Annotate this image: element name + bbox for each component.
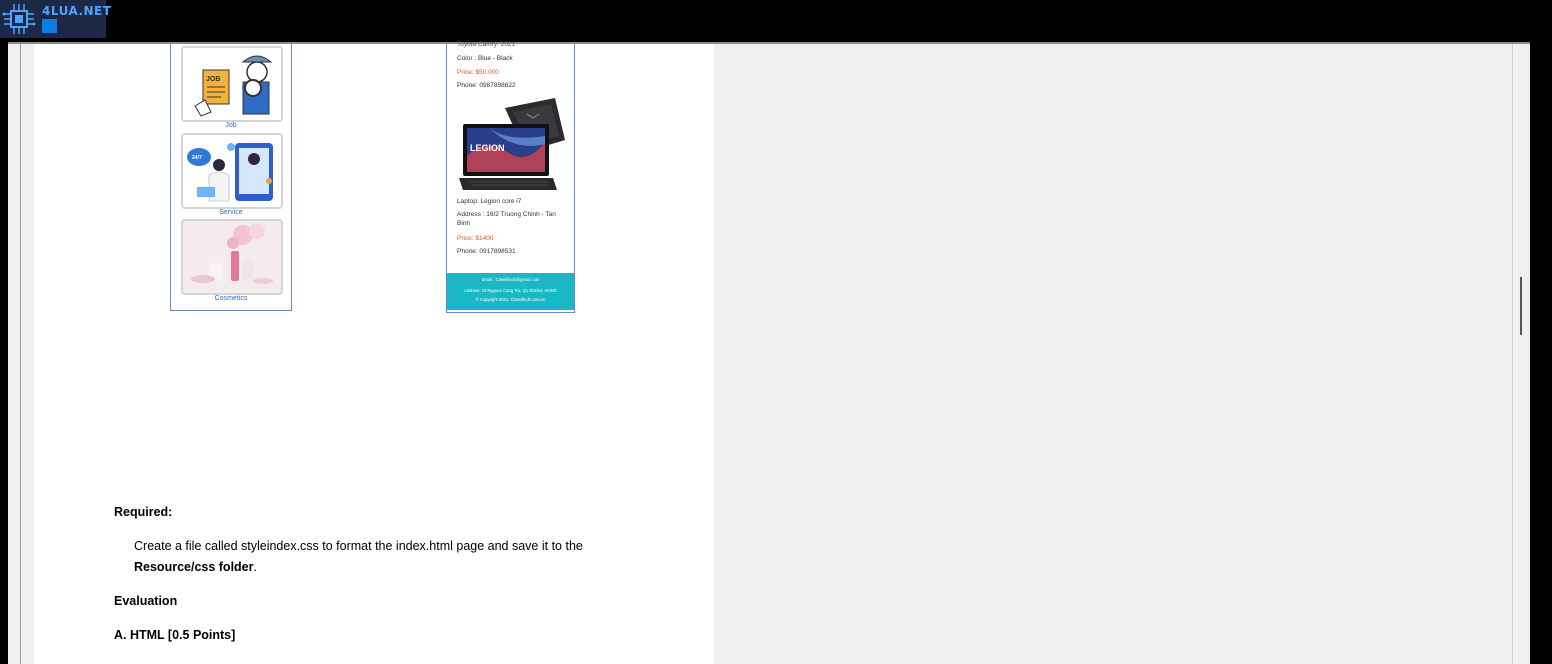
- job-illustration-icon: JOB: [183, 48, 281, 120]
- svg-text:JOB: JOB: [206, 76, 220, 83]
- viewer-left-border: [20, 44, 21, 664]
- required-instruction-line2: Resource/css folder.: [134, 560, 257, 574]
- category-card-job[interactable]: JOB: [181, 46, 283, 122]
- required-period: .: [253, 560, 257, 574]
- listing-laptop-price: Price: $1400: [457, 235, 494, 242]
- required-folder-path: Resource/css folder: [134, 560, 254, 574]
- service-illustration-icon: 24/7: [183, 135, 281, 207]
- listing-laptop-title: Laptop: Legion core i7: [457, 198, 522, 205]
- circuit-chip-icon: [2, 4, 36, 34]
- section-a-heading: A. HTML [0.5 Points]: [114, 628, 236, 642]
- viewer-right-border: [1512, 44, 1513, 664]
- watermark-square: [42, 19, 57, 33]
- category-label-job[interactable]: Job: [171, 122, 291, 129]
- laptop-brand-text: LEGION: [470, 143, 505, 153]
- listing-car-price: Price: $50.000: [457, 69, 499, 76]
- footer-address: Address: 10 Nguyen Cong Tru, Q1 District…: [463, 288, 558, 293]
- cosmetics-illustration-icon: [183, 221, 281, 293]
- watermark-text: 4LUA.NET: [42, 4, 112, 18]
- document-viewer: JOB Job 24/7 Service Cosmetics Toyota Ca…: [8, 41, 1530, 664]
- svg-text:24/7: 24/7: [192, 155, 202, 161]
- footer-email[interactable]: Email : Classifieds@gmail.com: [447, 277, 574, 282]
- listing-laptop-address-cont: Binh: [457, 220, 471, 227]
- watermark-logo: 4LUA.NET: [0, 0, 111, 38]
- category-label-service[interactable]: Service: [171, 209, 291, 216]
- document-page: JOB Job 24/7 Service Cosmetics Toyota Ca…: [34, 41, 714, 664]
- listing-column: Toyota Camry: 2021 Color : Blue - Black …: [446, 41, 575, 313]
- required-heading: Required:: [114, 505, 173, 519]
- listing-car-color: Color : Blue - Black: [457, 55, 513, 62]
- listing-car-phone: Phone: 0987898622: [457, 82, 516, 89]
- category-sidebar: JOB Job 24/7 Service Cosmetics: [170, 44, 292, 311]
- footer-copyright: © Copyright 2021. Classifieds.com.vn: [475, 297, 546, 302]
- listing-laptop-phone: Phone: 0917898531: [457, 248, 516, 255]
- listing-laptop-address: Address : 16/2 Truong Chinh - Tan: [457, 211, 556, 218]
- category-card-service[interactable]: 24/7: [181, 133, 283, 209]
- evaluation-heading: Evaluation: [114, 594, 178, 608]
- required-instruction-line1: Create a file called styleindex.css to f…: [134, 539, 583, 553]
- listing-car-title: Toyota Camry: 2021: [457, 41, 516, 48]
- laptop-image[interactable]: LEGION: [459, 96, 565, 190]
- category-label-cosmetics[interactable]: Cosmetics: [171, 295, 291, 302]
- vertical-scrollbar-thumb[interactable]: [1520, 277, 1522, 335]
- category-card-cosmetics[interactable]: [181, 219, 283, 295]
- site-footer: Email : Classifieds@gmail.com Address: 1…: [447, 273, 574, 310]
